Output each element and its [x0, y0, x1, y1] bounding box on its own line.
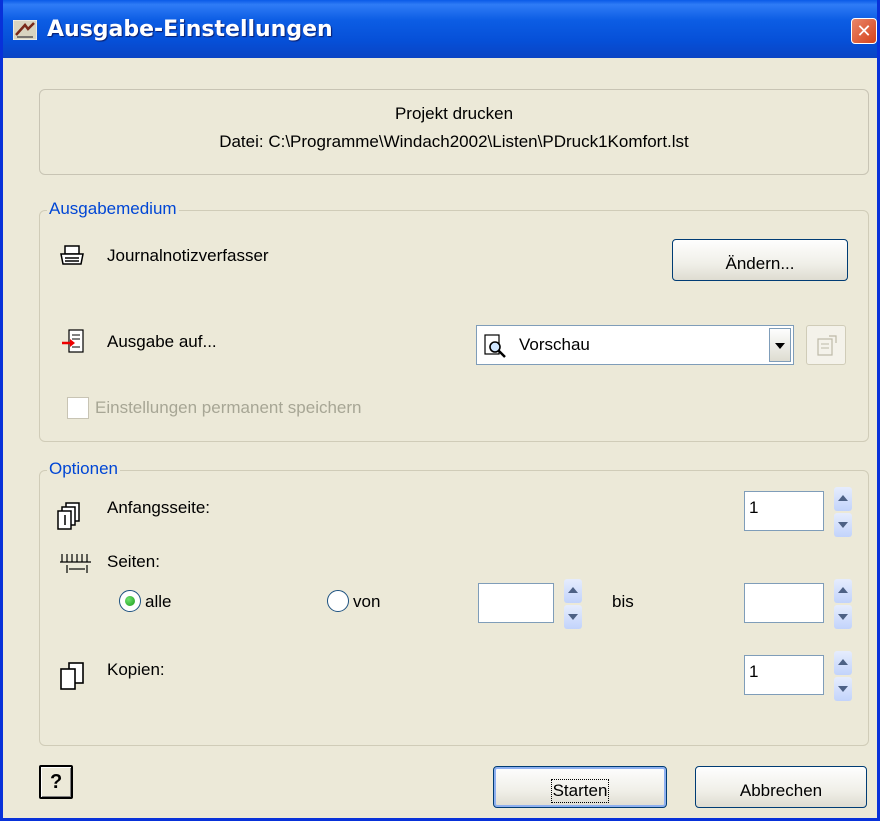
pages-to-input[interactable] — [744, 583, 824, 623]
cancel-button-label: Abbrechen — [739, 780, 823, 800]
pages-from-input[interactable] — [478, 583, 554, 623]
spin-up-icon[interactable] — [834, 579, 852, 603]
change-printer-button[interactable]: Ändern... — [672, 239, 848, 281]
output-target-icon — [62, 329, 84, 353]
options-legend: Optionen — [47, 459, 120, 479]
copies-icon — [60, 662, 84, 690]
spin-down-icon[interactable] — [834, 605, 852, 629]
spin-up-icon[interactable] — [834, 651, 852, 675]
start-page-label: Anfangsseite: — [107, 498, 211, 517]
window-title: Ausgabe-Einstellungen — [47, 17, 333, 42]
copies-label: Kopien: — [107, 660, 165, 679]
pages-all-radio[interactable] — [119, 590, 141, 612]
printer-icon — [60, 245, 84, 265]
pages-from-label: von — [353, 592, 381, 611]
pages-from-spinner[interactable] — [564, 579, 582, 629]
start-page-spinner[interactable] — [834, 487, 852, 537]
start-page-icon — [57, 502, 80, 530]
spin-down-icon[interactable] — [834, 677, 852, 701]
pages-all-label: alle — [145, 592, 172, 611]
spin-down-icon[interactable] — [564, 605, 582, 629]
output-target-dropdown[interactable]: Vorschau — [476, 325, 794, 365]
output-properties-button[interactable] — [806, 325, 846, 365]
output-to-label: Ausgabe auf... — [107, 332, 217, 351]
properties-icon — [817, 335, 837, 356]
start-button[interactable]: Starten — [493, 766, 667, 808]
printer-name: Journalnotizverfasser — [107, 246, 269, 265]
close-button[interactable]: ✕ — [851, 18, 877, 44]
title-bar[interactable]: Ausgabe-Einstellungen ✕ — [3, 0, 877, 58]
preview-magnifier-icon — [484, 334, 506, 358]
output-selected-value: Vorschau — [519, 335, 590, 354]
help-icon: ? — [50, 771, 63, 793]
pages-from-radio[interactable] — [327, 590, 349, 612]
info-file-path: Datei: C:\Programme\Windach2002\Listen\P… — [219, 132, 689, 151]
spin-down-icon[interactable] — [834, 513, 852, 537]
spin-up-icon[interactable] — [834, 487, 852, 511]
start-button-label: Starten — [550, 778, 610, 803]
pages-label: Seiten: — [107, 552, 160, 571]
cancel-button[interactable]: Abbrechen — [695, 766, 867, 808]
chevron-down-icon[interactable] — [769, 328, 791, 362]
save-permanent-label: Einstellungen permanent speichern — [95, 398, 362, 417]
dialog-window: Ausgabe-Einstellungen ✕ Projekt drucken … — [0, 0, 880, 821]
change-printer-label: Ändern... — [725, 253, 795, 273]
output-medium-legend: Ausgabemedium — [47, 199, 179, 219]
pages-range-icon — [60, 554, 91, 573]
info-title: Projekt drucken — [394, 104, 514, 123]
info-panel: Projekt drucken Datei: C:\Programme\Wind… — [39, 89, 869, 175]
save-permanent-checkbox[interactable] — [67, 397, 89, 419]
pages-to-spinner[interactable] — [834, 579, 852, 629]
help-button[interactable]: ? — [39, 765, 73, 799]
app-icon — [13, 20, 37, 40]
copies-spinner[interactable] — [834, 651, 852, 701]
pages-to-label: bis — [612, 592, 634, 611]
start-page-input[interactable]: 1 — [744, 491, 824, 531]
spin-up-icon[interactable] — [564, 579, 582, 603]
copies-input[interactable]: 1 — [744, 655, 824, 695]
close-icon: ✕ — [856, 21, 872, 41]
